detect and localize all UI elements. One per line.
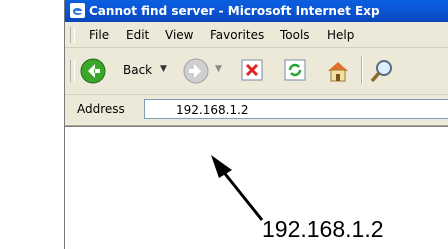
window-title: Cannot find server - Microsoft Internet … [89, 4, 380, 18]
stop-icon[interactable] [240, 58, 264, 82]
home-icon[interactable] [325, 58, 351, 84]
menu-view[interactable]: View [165, 23, 193, 47]
refresh-icon[interactable] [283, 58, 307, 82]
address-label: Address [77, 102, 125, 116]
address-bar: Address 192.168.1.2 [65, 95, 448, 126]
page-content [65, 126, 448, 249]
toolbar: Back ▼ ▼ [65, 48, 448, 95]
menu-tools[interactable]: Tools [280, 23, 310, 47]
address-input[interactable]: 192.168.1.2 [144, 99, 448, 119]
title-bar: Cannot find server - Microsoft Internet … [65, 0, 448, 22]
menu-bar: File Edit View Favorites Tools Help [65, 23, 448, 48]
menu-grip [70, 27, 75, 43]
search-icon[interactable] [369, 58, 395, 84]
back-button-label[interactable]: Back [123, 63, 152, 77]
toolbar-grip [70, 60, 75, 82]
menu-favorites[interactable]: Favorites [210, 23, 264, 47]
forward-dropdown-icon[interactable]: ▼ [215, 64, 222, 74]
back-dropdown-icon[interactable]: ▼ [160, 64, 167, 74]
internet-explorer-icon [70, 3, 85, 18]
toolbar-separator [361, 56, 363, 84]
forward-icon[interactable] [183, 58, 209, 84]
annotation-label: 192.168.1.2 [262, 216, 384, 242]
browser-window: Cannot find server - Microsoft Internet … [64, 0, 448, 249]
menu-file[interactable]: File [89, 23, 109, 47]
menu-help[interactable]: Help [327, 23, 354, 47]
back-icon[interactable] [80, 58, 106, 84]
menu-edit[interactable]: Edit [126, 23, 149, 47]
